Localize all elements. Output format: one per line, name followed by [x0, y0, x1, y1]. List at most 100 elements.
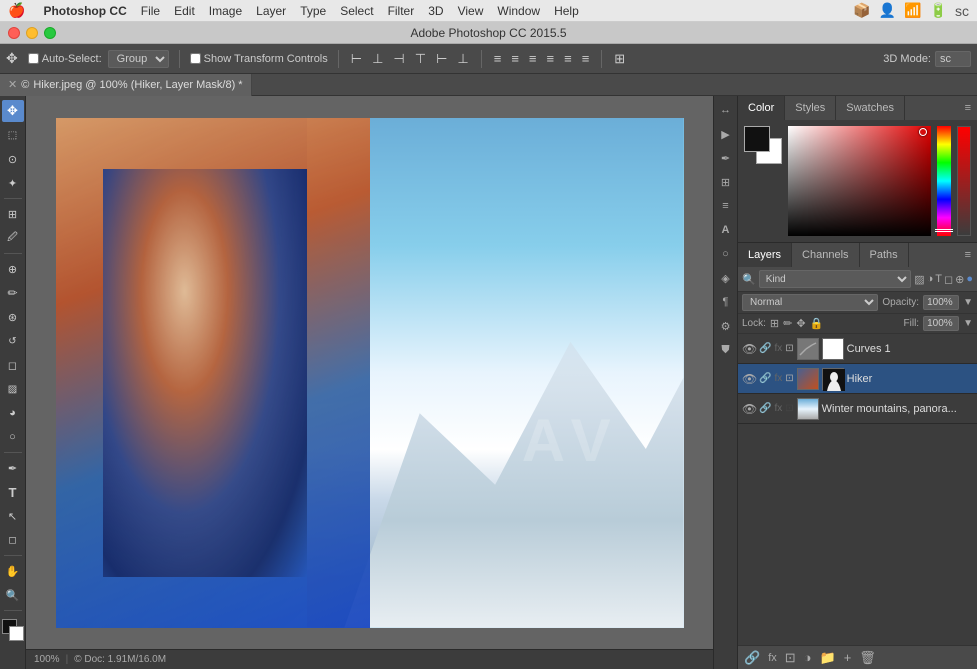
filter-shape-icon[interactable]: ◻ [944, 273, 953, 286]
lock-image-icon[interactable]: ✏ [783, 317, 792, 330]
fg-color-swatch[interactable] [744, 126, 770, 152]
delete-layer-btn[interactable]: 🗑 [859, 650, 876, 666]
healing-tool[interactable]: ⊕ [2, 258, 24, 280]
menu-select[interactable]: Select [340, 4, 373, 18]
auto-align-icon[interactable]: ⊞ [612, 51, 627, 67]
menu-edit[interactable]: Edit [174, 4, 195, 18]
add-group-btn[interactable]: 📁 [820, 650, 836, 666]
tab-channels[interactable]: Channels [792, 243, 859, 267]
tab-color[interactable]: Color [738, 96, 785, 120]
alpha-strip[interactable] [957, 126, 971, 236]
menu-file[interactable]: File [141, 4, 160, 18]
mini-tool-paragraph[interactable]: ¶ [716, 292, 736, 312]
mini-tool-shield[interactable]: ⛊ [716, 340, 736, 360]
filter-pixel-icon[interactable]: ▨ [914, 273, 924, 286]
mini-tool-4[interactable]: ⊞ [716, 172, 736, 192]
show-transform-checkbox[interactable] [190, 53, 201, 64]
filter-text-icon[interactable]: T [935, 273, 942, 286]
pen-tool[interactable]: ✒ [2, 457, 24, 479]
align-center-h-icon[interactable]: ⊥ [370, 51, 385, 67]
path-selection-tool[interactable]: ↖ [2, 505, 24, 527]
3d-mode-field[interactable] [935, 51, 971, 67]
layers-panel-menu[interactable]: ≡ [959, 249, 977, 261]
background-color[interactable] [9, 626, 24, 641]
crop-tool[interactable]: ⊞ [2, 203, 24, 225]
fill-arrow[interactable]: ▼ [963, 318, 973, 329]
app-name-menu[interactable]: Photoshop CC [43, 4, 126, 18]
filter-toggle[interactable]: ● [966, 273, 973, 286]
blur-tool[interactable]: ◕ [2, 402, 24, 424]
distribute-right-icon[interactable]: ≡ [527, 51, 539, 66]
lock-transparent-icon[interactable]: ⊞ [770, 317, 779, 330]
dodge-tool[interactable]: ○ [2, 426, 24, 448]
lasso-tool[interactable]: ⊙ [2, 148, 24, 170]
menu-view[interactable]: View [458, 4, 484, 18]
layer-row-hiker[interactable]: 👁 🔗 fx ⊡ Hiker [738, 364, 977, 394]
magic-wand-tool[interactable]: ✦ [2, 172, 24, 194]
align-left-icon[interactable]: ⊢ [349, 51, 364, 67]
filter-smart-icon[interactable]: ⊕ [955, 273, 964, 286]
shape-tool[interactable]: ◻ [2, 529, 24, 551]
zoom-tool[interactable]: 🔍 [2, 584, 24, 606]
layer-kind-select[interactable]: Kind Name Effect Mode Attribute Color Sm… [759, 270, 911, 288]
align-center-v-icon[interactable]: ⊢ [434, 51, 449, 67]
gradient-tool[interactable]: ▨ [2, 378, 24, 400]
layer-eye-hiker[interactable]: 👁 [742, 372, 756, 386]
layer-mask-icon-mountains[interactable]: ⊡ [785, 403, 793, 414]
menu-layer[interactable]: Layer [256, 4, 286, 18]
color-panel-menu[interactable]: ≡ [959, 102, 977, 114]
layer-row-curves[interactable]: 👁 🔗 fx ⊡ Curves 1 [738, 334, 977, 364]
distribute-top-icon[interactable]: ≡ [545, 51, 557, 66]
layer-mask-icon-hiker[interactable]: ⊡ [785, 373, 793, 384]
marquee-tool[interactable]: ⬚ [2, 124, 24, 146]
distribute-left-icon[interactable]: ≡ [492, 51, 504, 66]
move-tool[interactable]: ✥ [2, 100, 24, 122]
opacity-arrow[interactable]: ▼ [963, 297, 973, 308]
link-layers-btn[interactable]: 🔗 [744, 650, 760, 666]
hue-strip[interactable] [937, 126, 951, 236]
tab-close-icon[interactable]: ✕ [8, 78, 17, 91]
auto-select-checkbox[interactable] [28, 53, 39, 64]
layer-link-hiker[interactable]: 🔗 [759, 373, 771, 384]
mini-tool-1[interactable]: ↔ [716, 100, 736, 120]
opacity-field[interactable] [923, 295, 959, 310]
menu-type[interactable]: Type [300, 4, 326, 18]
color-gradient-picker[interactable] [788, 126, 931, 236]
add-fx-btn[interactable]: fx [768, 652, 777, 664]
eraser-tool[interactable]: ◻ [2, 354, 24, 376]
layer-link-mountains[interactable]: 🔗 [759, 403, 771, 414]
mini-tool-text[interactable]: A [716, 220, 736, 240]
minimize-button[interactable] [26, 27, 38, 39]
align-top-icon[interactable]: ⊤ [413, 51, 428, 67]
brush-tool[interactable]: ✏ [2, 282, 24, 304]
layer-row-mountains[interactable]: 👁 🔗 fx ⊡ Winter mountains, panora... [738, 394, 977, 424]
add-mask-btn[interactable]: ⊡ [785, 650, 796, 666]
apple-menu[interactable]: 🍎 [8, 2, 25, 19]
mini-tool-cube[interactable]: ◈ [716, 268, 736, 288]
layer-mask-curves[interactable]: ⊡ [785, 343, 793, 354]
layer-eye-curves[interactable]: 👁 [742, 342, 756, 356]
mini-tool-2[interactable]: ▶ [716, 124, 736, 144]
eyedropper-tool[interactable]: 🖉 [2, 227, 24, 249]
mini-tool-pen[interactable]: ✒ [716, 148, 736, 168]
auto-select-dropdown[interactable]: Group Layer [108, 50, 169, 68]
document-tab[interactable]: ✕ © Hiker.jpeg @ 100% (Hiker, Layer Mask… [0, 74, 252, 96]
mini-tool-circle[interactable]: ○ [716, 244, 736, 264]
tab-styles[interactable]: Styles [785, 96, 836, 120]
lock-position-icon[interactable]: ✥ [796, 317, 805, 330]
layer-fx-curves[interactable]: fx [774, 343, 782, 354]
filter-adjustment-icon[interactable]: ◑ [927, 273, 934, 286]
distribute-center-v-icon[interactable]: ≡ [562, 51, 574, 66]
menu-window[interactable]: Window [497, 4, 540, 18]
add-adjustment-btn[interactable]: ◑ [804, 650, 812, 665]
fill-field[interactable] [923, 316, 959, 331]
layer-fx-hiker[interactable]: fx [774, 373, 782, 384]
distribute-bottom-icon[interactable]: ≡ [580, 51, 592, 66]
mini-tool-5[interactable]: ≡ [716, 196, 736, 216]
canvas-content[interactable]: AV [26, 96, 713, 649]
layer-fx-mountains[interactable]: fx [774, 403, 782, 414]
new-layer-btn[interactable]: + [844, 650, 852, 665]
layer-link-curves[interactable]: 🔗 [759, 343, 771, 354]
close-button[interactable] [8, 27, 20, 39]
menu-image[interactable]: Image [209, 4, 242, 18]
